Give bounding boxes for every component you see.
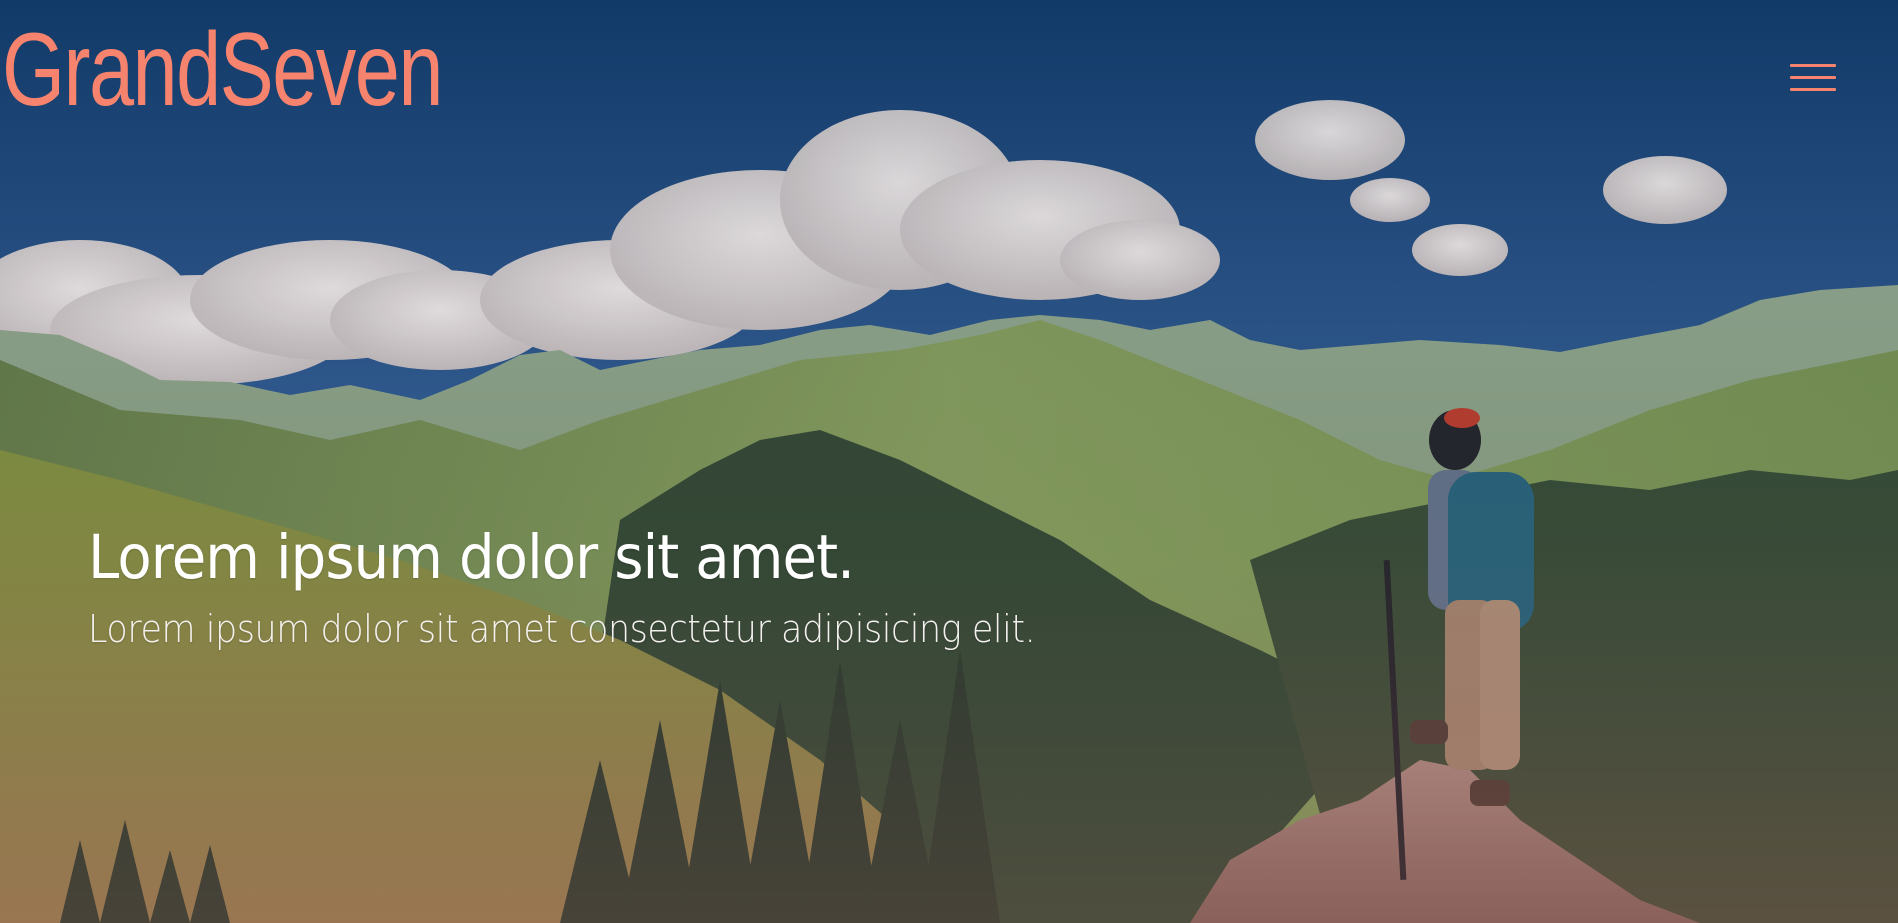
brand-logo[interactable]: GrandSeven [2,18,443,122]
hero-headline: Lorem ipsum dolor sit amet. [88,522,855,593]
menu-line-bottom [1790,88,1836,91]
hamburger-menu-icon[interactable] [1790,64,1836,98]
hero-subheadline: Lorem ipsum dolor sit amet consectetur a… [88,607,1036,651]
menu-line-top [1790,64,1836,67]
hero-section: GrandSeven Lorem ipsum dolor sit amet. L… [0,0,1898,923]
hero-background-image [0,0,1898,923]
menu-line-middle [1790,76,1836,79]
